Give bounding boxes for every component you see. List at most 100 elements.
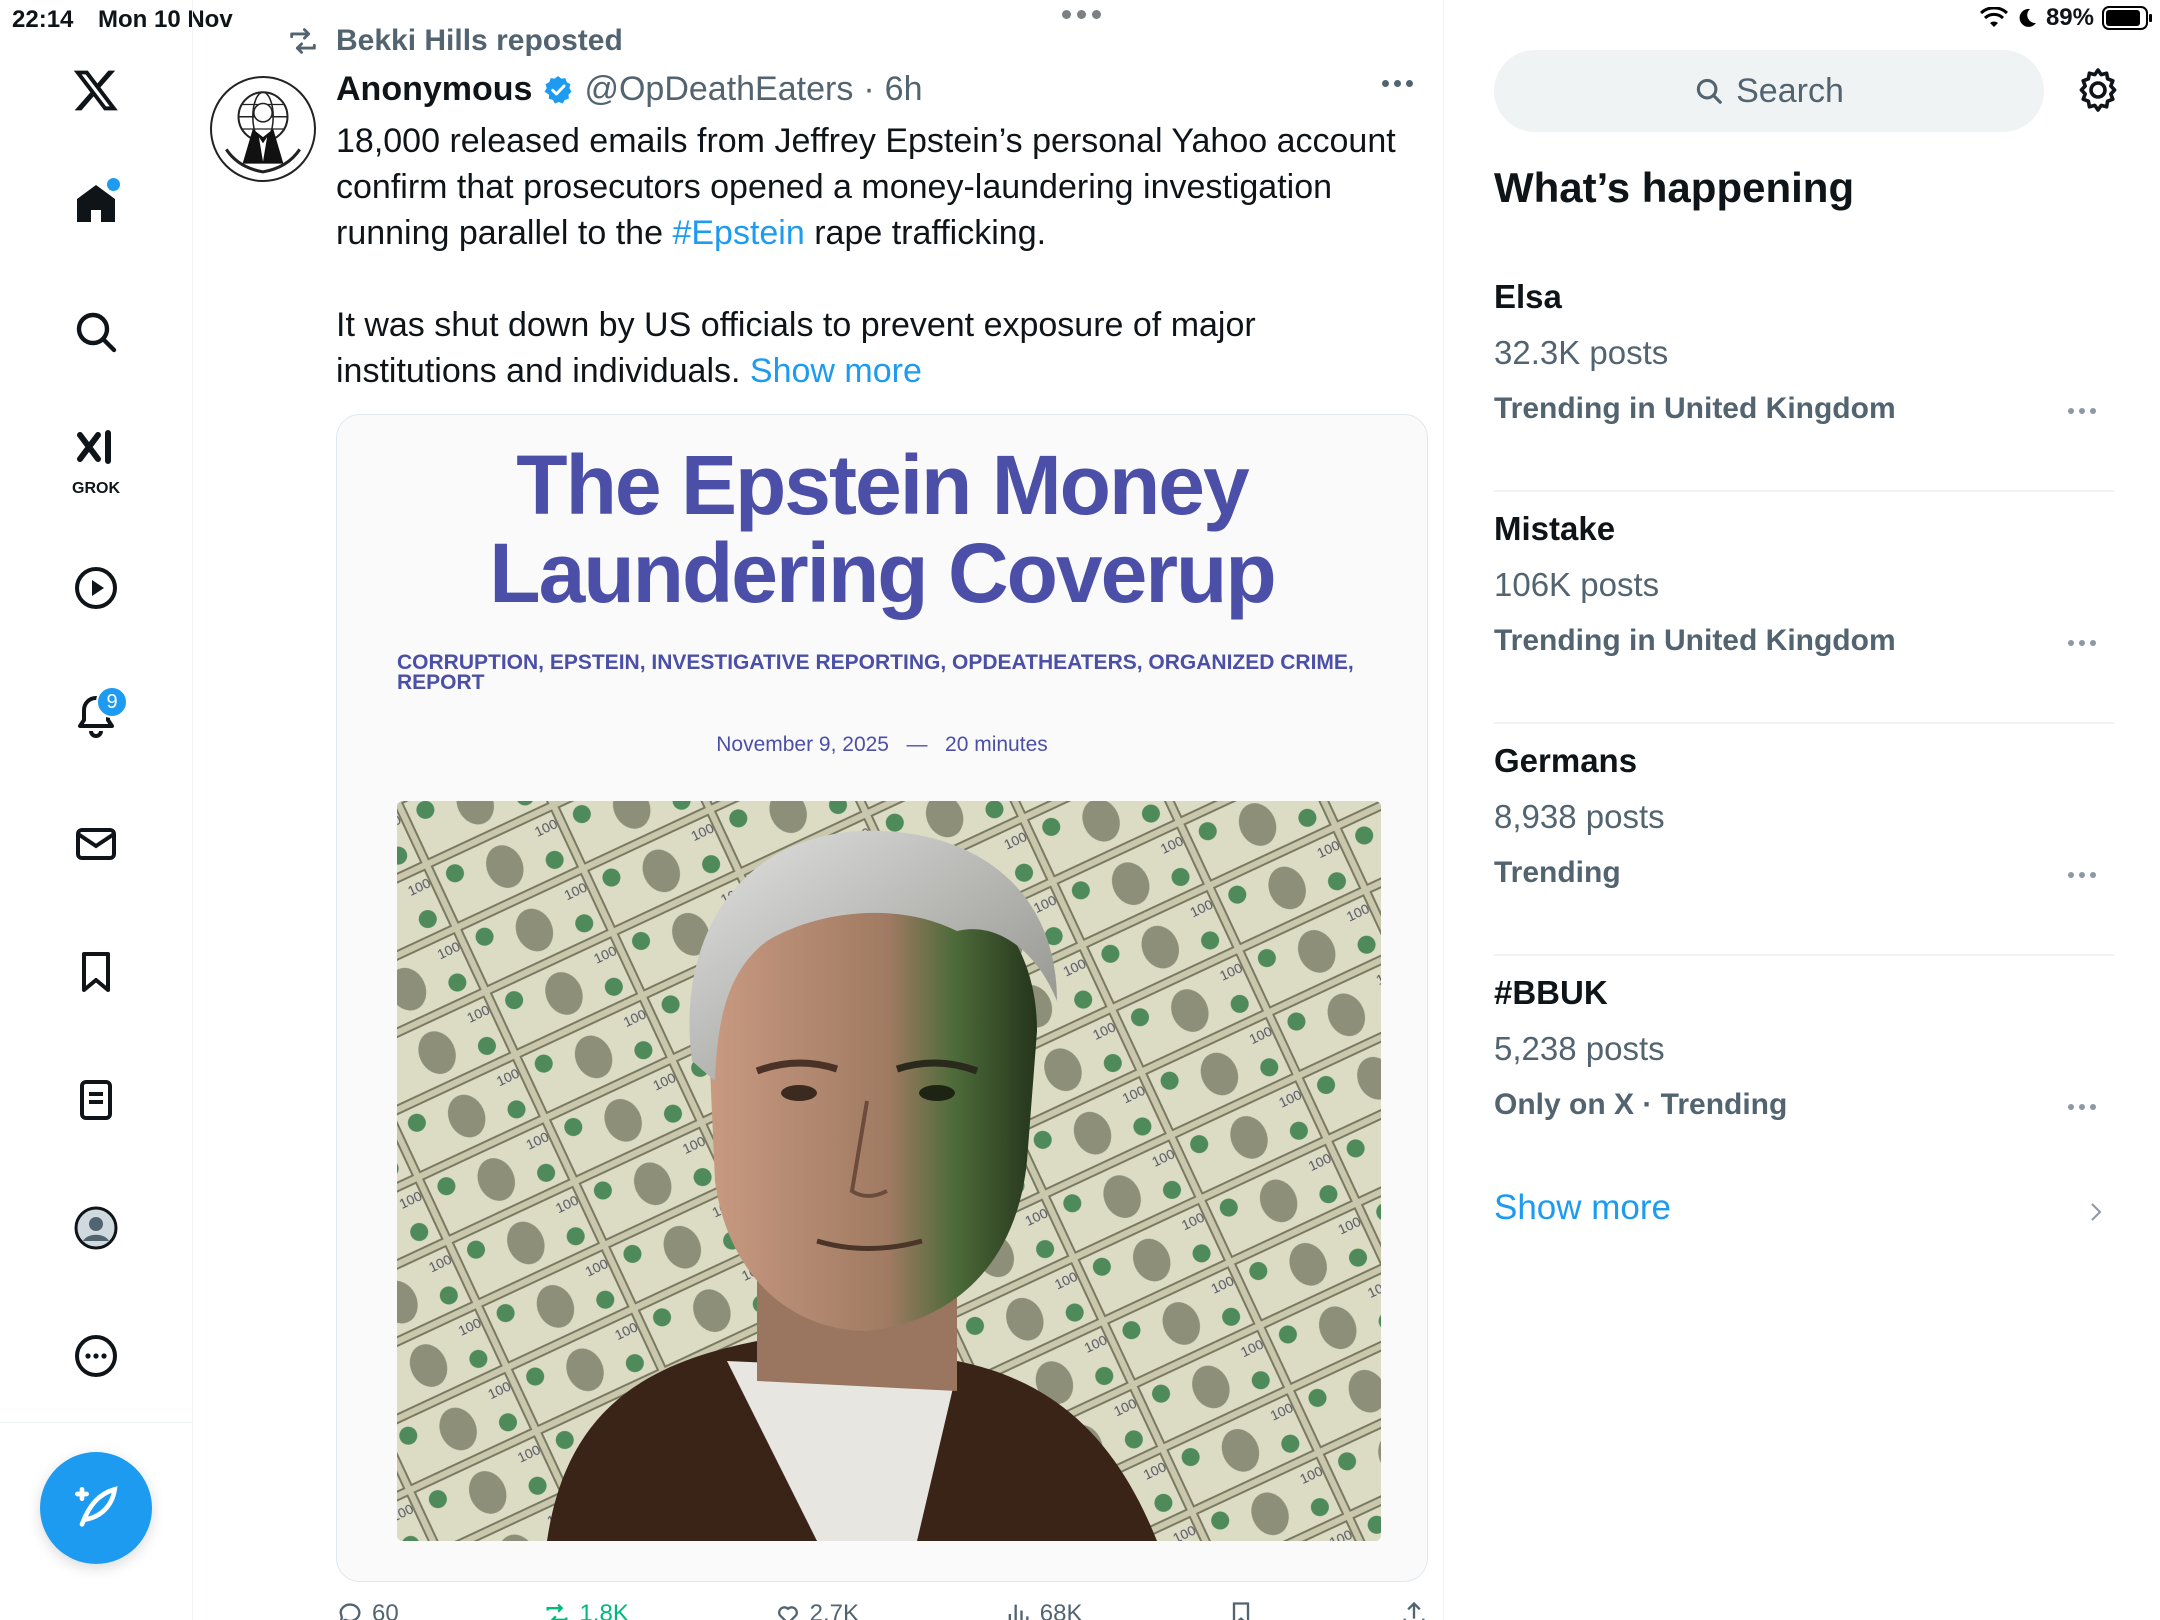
nav-profile[interactable] — [56, 1188, 136, 1268]
trend-name: Elsa — [1494, 278, 1562, 315]
nav-grok[interactable]: GROK — [56, 420, 136, 500]
share-icon — [1403, 1601, 1425, 1620]
like-button[interactable]: 2.7K — [774, 1600, 859, 1620]
play-circle-icon — [75, 567, 117, 609]
verified-badge-icon — [544, 75, 572, 103]
trend-item[interactable]: Germans 8,938 posts Trending — [1494, 724, 2114, 956]
repost-button[interactable]: 1.8K — [543, 1600, 629, 1620]
card-image: 100 — [397, 801, 1381, 1541]
card-read-time: 20 minutes — [945, 733, 1048, 756]
reply-count: 60 — [372, 1600, 399, 1620]
nav-notifications[interactable]: 9 — [56, 676, 136, 756]
anonymous-logo-icon — [214, 80, 312, 178]
money-portrait-image: 100 — [397, 801, 1381, 1541]
right-sidebar: Search What’s happening Elsa 32.3K posts… — [1446, 0, 2160, 1620]
nav-video[interactable] — [56, 548, 136, 628]
author-avatar[interactable] — [210, 76, 316, 182]
trends-show-more[interactable]: Show more — [1494, 1188, 2114, 1238]
post-time[interactable]: 6h — [885, 70, 923, 109]
compose-icon — [75, 1486, 118, 1527]
post-header: Anonymous @OpDeathEaters · 6h — [336, 70, 922, 109]
view-count: 68K — [1039, 1600, 1083, 1620]
home-unread-dot — [107, 178, 120, 191]
bookmark-icon — [1233, 1602, 1250, 1620]
post-more-icon[interactable] — [1382, 80, 1413, 87]
trend-item[interactable]: Mistake 106K posts Trending in United Ki… — [1494, 492, 2114, 724]
search-input[interactable]: Search — [1494, 50, 2044, 132]
nav-more[interactable] — [56, 1316, 136, 1396]
bookmark-icon — [82, 952, 110, 992]
chevron-right-icon — [2091, 1203, 2102, 1221]
nav-divider — [0, 1422, 193, 1423]
post-text-part: rape trafficking. — [804, 214, 1047, 252]
notifications-badge: 9 — [96, 686, 128, 718]
nav-home[interactable] — [56, 164, 136, 244]
card-date: November 9, 2025 — [716, 733, 889, 756]
trend-name: Germans — [1494, 742, 1638, 779]
trend-more-icon[interactable] — [2068, 408, 2096, 414]
views-icon — [1008, 1604, 1029, 1620]
card-title: The Epstein Money Laundering Coverup — [337, 441, 1427, 617]
views-button[interactable]: 68K — [1004, 1600, 1083, 1620]
repost-icon — [290, 28, 316, 54]
trend-count: 106K posts — [1494, 566, 1660, 603]
handle-time-separator: · — [863, 70, 875, 108]
trend-more-icon[interactable] — [2068, 1104, 2096, 1110]
nav-articles[interactable] — [56, 1060, 136, 1140]
author-name[interactable]: Anonymous — [336, 70, 532, 109]
trend-item[interactable]: Elsa 32.3K posts Trending in United King… — [1494, 260, 2114, 492]
card-meta: November 9, 2025 — 20 minutes — [337, 733, 1427, 757]
repost-count: 1.8K — [579, 1600, 629, 1620]
article-icon — [80, 1080, 112, 1120]
trend-more-icon[interactable] — [2068, 640, 2096, 646]
heart-icon — [777, 1606, 798, 1620]
card-title-line1: The Epstein Money — [516, 438, 1249, 532]
more-circle-icon — [75, 1335, 117, 1377]
trend-context: Only on X · Trending — [1494, 1088, 1788, 1121]
repost-indicator[interactable]: Bekki Hills reposted — [286, 24, 623, 58]
trend-name: #BBUK — [1494, 974, 1608, 1011]
trend-count: 32.3K posts — [1494, 334, 1669, 371]
trend-context: Trending in United Kingdom — [1494, 624, 1896, 657]
trend-more-icon[interactable] — [2068, 872, 2096, 878]
trend-context: Trending in United Kingdom — [1494, 392, 1896, 425]
left-nav: GROK 9 — [0, 0, 193, 1620]
show-more-label: Show more — [1494, 1188, 1672, 1227]
trend-count: 8,938 posts — [1494, 798, 1665, 835]
mail-icon — [76, 828, 116, 860]
gear-icon[interactable] — [2074, 66, 2122, 114]
whats-happening-title: What’s happening — [1494, 164, 1855, 211]
compose-button[interactable] — [40, 1452, 152, 1564]
nav-messages[interactable] — [56, 804, 136, 884]
reply-icon — [339, 1603, 361, 1620]
post-action-bar: 60 1.8K 2.7K 68K — [336, 1600, 1428, 1620]
bookmark-button[interactable] — [1227, 1600, 1255, 1620]
nav-bookmarks[interactable] — [56, 932, 136, 1012]
like-count: 2.7K — [809, 1600, 859, 1620]
grok-icon — [77, 430, 111, 464]
share-button[interactable] — [1400, 1600, 1428, 1620]
author-handle[interactable]: @OpDeathEaters — [584, 70, 853, 109]
repost-icon — [546, 1603, 568, 1620]
post-text: 18,000 released emails from Jeffrey Epst… — [336, 118, 1416, 394]
search-placeholder: Search — [1736, 71, 1844, 110]
grok-label: GROK — [72, 480, 120, 497]
card-tags: CORRUPTION, EPSTEIN, INVESTIGATIVE REPOR… — [397, 651, 1354, 694]
nav-explore[interactable] — [56, 292, 136, 372]
search-icon — [1696, 78, 1722, 104]
show-more-link[interactable]: Show more — [750, 352, 922, 390]
post-paragraph-1: 18,000 released emails from Jeffrey Epst… — [336, 118, 1416, 256]
media-card[interactable]: The Epstein Money Laundering Coverup COR… — [336, 414, 1428, 1582]
hashtag-link[interactable]: #Epstein — [672, 214, 804, 252]
profile-icon — [74, 1206, 118, 1250]
repost-label: Bekki Hills reposted — [336, 24, 623, 57]
card-separator: — — [906, 733, 928, 756]
reply-button[interactable]: 60 — [336, 1600, 399, 1620]
trend-name: Mistake — [1494, 510, 1616, 547]
trend-item[interactable]: #BBUK 5,238 posts Only on X · Trending — [1494, 956, 2114, 1188]
post-paragraph-2: It was shut down by US officials to prev… — [336, 302, 1416, 394]
main-column: Bekki Hills reposted Anonymous @OpDeathE… — [194, 0, 1444, 1620]
x-logo-icon[interactable] — [56, 50, 136, 130]
card-title-line2: Laundering Coverup — [489, 526, 1276, 620]
search-icon — [76, 312, 117, 353]
